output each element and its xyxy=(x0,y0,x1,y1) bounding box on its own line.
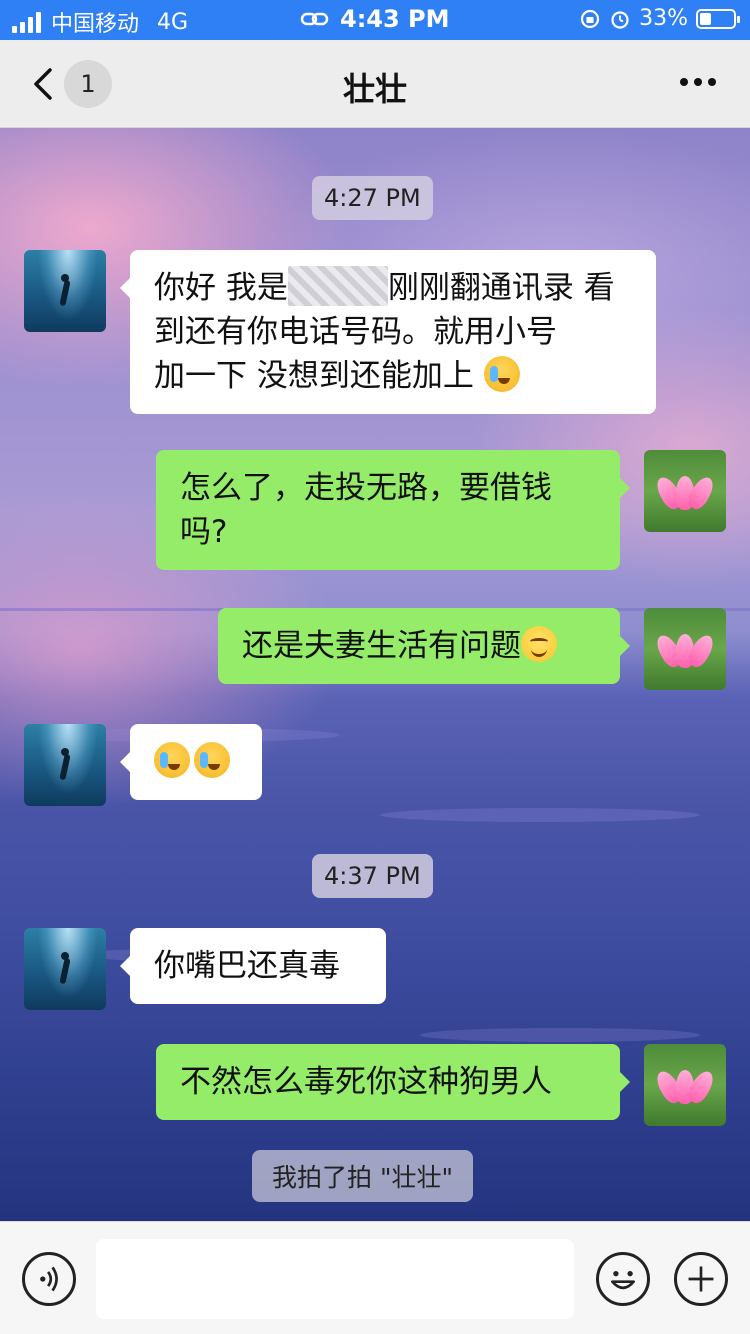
incoming-message[interactable] xyxy=(120,724,262,800)
chat-header: 1 壮壮 xyxy=(0,40,750,128)
contact-avatar[interactable] xyxy=(24,250,106,332)
message-text: 到还有你电话号码。就用小号 xyxy=(154,314,557,350)
outgoing-message[interactable]: 还是夫妻生活有问题 xyxy=(218,608,630,684)
message-text: 你嘴巴还真毒 xyxy=(154,948,340,984)
status-bar: 中国移动 4G 4:43 PM 33% xyxy=(0,0,750,40)
emoji-icon[interactable] xyxy=(596,1252,650,1306)
message-text: 不然怎么毒死你这种狗男人 xyxy=(180,1064,552,1100)
crying-laughing-emoji-icon xyxy=(483,356,520,392)
timestamp: 4:37 PM xyxy=(312,854,433,898)
clock: 4:43 PM xyxy=(340,5,450,33)
plus-icon[interactable] xyxy=(674,1252,728,1306)
my-avatar[interactable] xyxy=(644,608,726,690)
contact-avatar[interactable] xyxy=(24,724,106,806)
contact-avatar[interactable] xyxy=(24,928,106,1010)
smile-emoji-icon xyxy=(521,626,557,662)
carrier-name: 中国移动 xyxy=(51,12,140,37)
message-text: 怎么了，走投无路，要借钱 xyxy=(180,470,552,506)
input-bar xyxy=(0,1221,750,1334)
signal-icon xyxy=(12,11,41,33)
crying-laughing-emoji-icon xyxy=(194,742,230,778)
voice-icon[interactable] xyxy=(22,1252,76,1306)
outgoing-message[interactable]: 不然怎么毒死你这种狗男人 xyxy=(156,1044,630,1120)
my-avatar[interactable] xyxy=(644,450,726,532)
more-options-icon[interactable] xyxy=(680,78,716,86)
alarm-icon xyxy=(611,10,629,29)
chat-message-list[interactable]: 4:27 PM 你好 我是 刚刚翻通讯录 看 到还有你电话号码。就用小号 加一下 … xyxy=(0,128,750,1221)
message-text: 还是夫妻生活有问题 xyxy=(242,628,521,664)
chat-title: 壮壮 xyxy=(342,70,407,108)
message-input[interactable] xyxy=(96,1239,574,1319)
message-text: 吗? xyxy=(180,514,228,550)
redacted-area xyxy=(287,266,388,306)
message-text: 你好 我是 xyxy=(154,270,288,306)
pat-notice: 我拍了拍 "壮壮" xyxy=(252,1150,473,1202)
outgoing-message[interactable]: 怎么了，走投无路，要借钱 吗? xyxy=(156,450,630,570)
rotation-lock-icon xyxy=(580,9,600,28)
battery-percent: 33% xyxy=(639,6,688,31)
message-text: 刚刚翻通讯录 看 xyxy=(387,270,615,306)
link-icon xyxy=(300,12,329,26)
network-type: 4G xyxy=(157,9,189,35)
incoming-message[interactable]: 你嘴巴还真毒 xyxy=(120,928,386,1004)
my-avatar[interactable] xyxy=(644,1044,726,1126)
battery-icon xyxy=(696,8,740,29)
incoming-message[interactable]: 你好 我是 刚刚翻通讯录 看 到还有你电话号码。就用小号 加一下 没想到还能加上 xyxy=(120,250,656,414)
crying-laughing-emoji-icon xyxy=(154,742,190,778)
message-text: 加一下 没想到还能加上 xyxy=(154,358,474,394)
timestamp: 4:27 PM xyxy=(312,176,433,220)
